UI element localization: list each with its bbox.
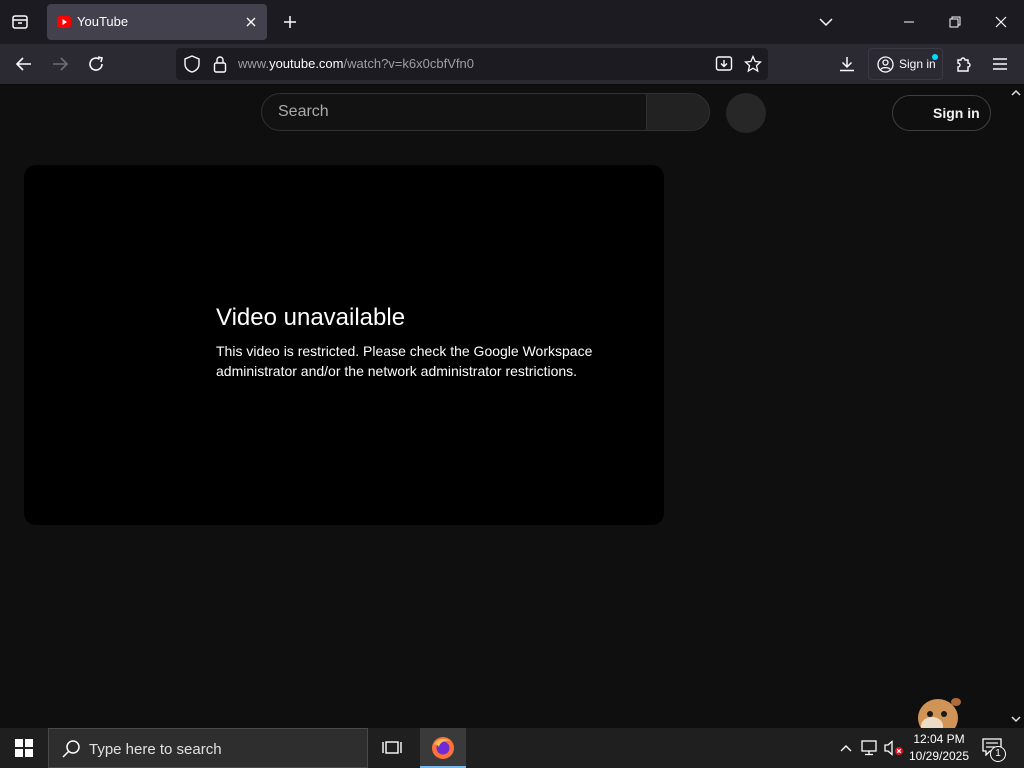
url-bar[interactable]: www.youtube.com/watch?v=k6x0cbfVfn0 — [176, 48, 768, 80]
lock-icon[interactable] — [210, 54, 230, 74]
account-icon — [877, 56, 894, 73]
menu-button[interactable] — [988, 52, 1012, 76]
scroll-down-arrow-icon[interactable] — [1011, 714, 1021, 724]
youtube-sign-in-button[interactable]: Sign in — [892, 95, 991, 131]
firefox-taskbar-button[interactable] — [420, 728, 466, 768]
youtube-search-input[interactable] — [278, 103, 618, 121]
volume-tray-button[interactable] — [884, 738, 904, 758]
windows-logo-icon — [15, 739, 33, 757]
youtube-favicon-icon — [57, 16, 71, 28]
new-tab-button[interactable] — [278, 10, 302, 34]
plus-icon — [284, 16, 296, 28]
youtube-search-box[interactable] — [261, 93, 647, 131]
back-button[interactable] — [12, 52, 36, 76]
browser-tab-bar: YouTube — [0, 0, 1024, 44]
bookmark-star-icon[interactable] — [743, 54, 763, 74]
tab-youtube[interactable]: YouTube — [47, 4, 267, 40]
extensions-button[interactable] — [952, 52, 976, 76]
reload-button[interactable] — [84, 52, 108, 76]
scroll-up-arrow-icon[interactable] — [1011, 88, 1021, 98]
player-error-message: This video is restricted. Please check t… — [216, 343, 593, 379]
restore-button[interactable] — [943, 10, 967, 34]
task-view-icon — [382, 741, 402, 754]
downloads-button[interactable] — [835, 52, 859, 76]
close-icon — [246, 17, 256, 27]
speaker-muted-icon — [884, 740, 903, 756]
clock-date: 10/29/2025 — [908, 749, 970, 763]
tracking-protection-icon[interactable] — [182, 54, 202, 74]
taskbar-clock[interactable]: 12:04 PM 10/29/2025 — [904, 731, 974, 765]
minimize-icon — [904, 21, 914, 23]
account-sign-in-button[interactable]: Sign in — [868, 48, 943, 80]
show-hidden-icons-button[interactable] — [836, 738, 856, 758]
tab-title: YouTube — [77, 14, 129, 29]
search-icon — [62, 740, 80, 758]
close-icon — [995, 16, 1007, 28]
reload-icon — [89, 56, 103, 71]
voice-search-button[interactable] — [726, 93, 766, 133]
taskbar-search-placeholder: Type here to search — [89, 741, 222, 758]
forward-button[interactable] — [48, 52, 72, 76]
account-sign-in-label: Sign in — [899, 57, 936, 71]
tab-close-button[interactable] — [241, 12, 261, 32]
windows-taskbar: Type here to search 12:04 PM 10/29/2025 … — [0, 728, 1024, 768]
taskbar-search-box[interactable]: Type here to search — [48, 728, 368, 768]
network-icon — [861, 740, 877, 756]
firefox-icon — [432, 737, 454, 759]
task-view-button[interactable] — [380, 736, 404, 760]
download-icon — [840, 57, 854, 72]
browser-nav-bar: www.youtube.com/watch?v=k6x0cbfVfn0 Sign… — [0, 44, 1024, 85]
puzzle-icon — [957, 57, 971, 72]
save-to-pocket-icon[interactable] — [714, 54, 734, 74]
hamburger-icon — [993, 58, 1007, 70]
arrow-left-icon — [15, 57, 31, 71]
start-button[interactable] — [0, 728, 48, 768]
chevron-down-icon — [819, 18, 833, 27]
hamster-image — [918, 698, 961, 728]
video-player[interactable]: Video unavailable This video is restrict… — [24, 165, 664, 525]
firefox-view-button[interactable] — [8, 10, 32, 34]
youtube-search-button[interactable] — [646, 93, 710, 131]
network-tray-button[interactable] — [860, 738, 880, 758]
list-all-tabs-button[interactable] — [814, 10, 838, 34]
minimize-button[interactable] — [897, 10, 921, 34]
action-center-button[interactable]: 1 — [982, 736, 1008, 762]
youtube-sign-in-label: Sign in — [933, 105, 980, 121]
restore-icon — [949, 16, 961, 28]
clock-time: 12:04 PM — [913, 732, 965, 746]
firefox-view-icon — [12, 15, 28, 29]
player-error-title: Video unavailable — [216, 304, 406, 331]
notification-count-badge: 1 — [990, 746, 1006, 762]
notification-dot — [932, 54, 938, 60]
close-window-button[interactable] — [989, 10, 1013, 34]
url-text[interactable]: www.youtube.com/watch?v=k6x0cbfVfn0 — [238, 56, 474, 71]
chevron-up-icon — [840, 745, 852, 752]
page-content: Sign in Video unavailable This video is … — [0, 85, 1024, 728]
arrow-right-icon — [53, 57, 69, 71]
